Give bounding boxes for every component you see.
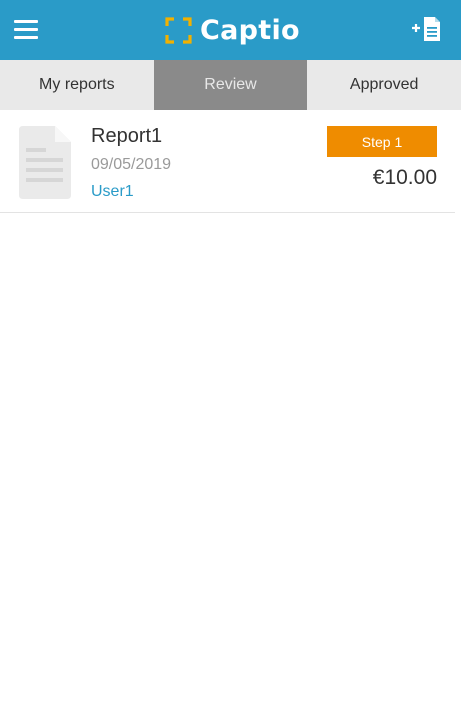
captio-logo-icon — [165, 16, 192, 44]
app-title: Captio — [200, 14, 300, 46]
report-name: Report1 — [91, 125, 163, 147]
tab-review[interactable]: Review — [153, 60, 308, 110]
app-logo: Captio — [165, 12, 300, 48]
tab-approved[interactable]: Approved — [307, 60, 461, 110]
app-screen: Captio My reports Review Approved Report… — [0, 0, 461, 724]
document-icon — [19, 126, 71, 199]
tab-my-reports[interactable]: My reports — [0, 60, 154, 110]
report-amount: €10.00 — [372, 166, 437, 189]
add-report-icon[interactable] — [411, 15, 441, 43]
report-list-item[interactable]: Report1 09/05/2019 User1 Step 1 €10.00 — [0, 110, 455, 213]
top-bar: Captio — [0, 0, 461, 60]
hamburger-menu-icon[interactable] — [14, 18, 40, 42]
report-user: User1 — [91, 183, 134, 200]
tab-bar: My reports Review Approved — [0, 60, 461, 110]
status-badge: Step 1 — [327, 126, 437, 157]
report-date: 09/05/2019 — [91, 156, 172, 173]
